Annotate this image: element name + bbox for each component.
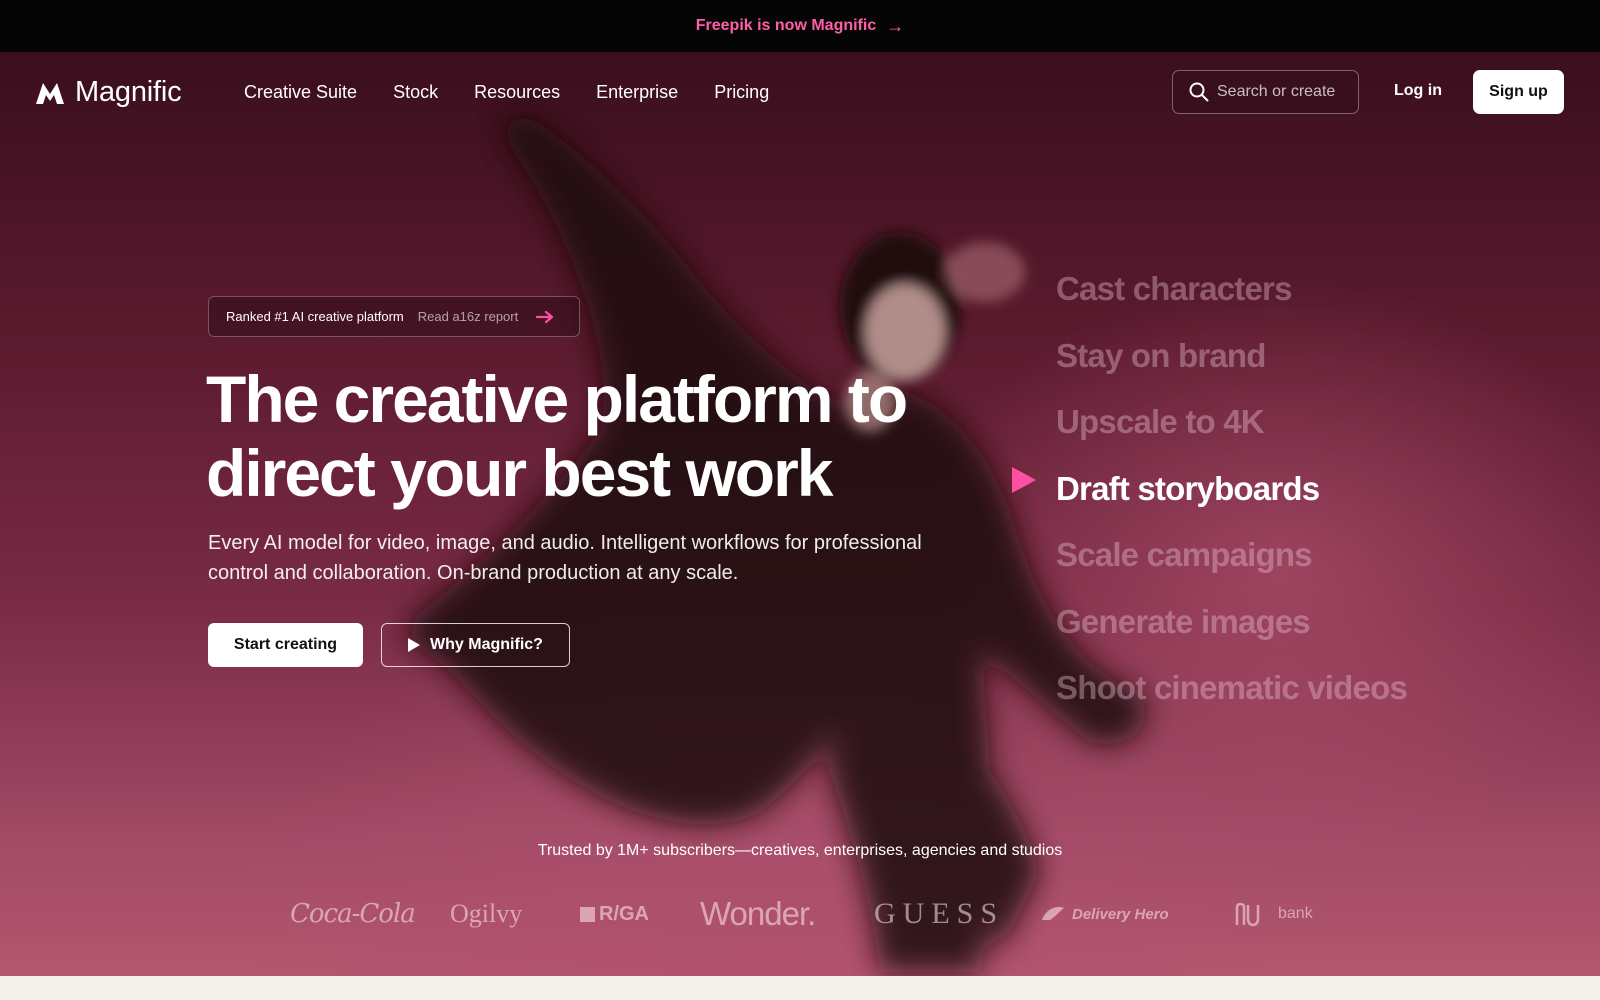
- feature-item[interactable]: Shoot cinematic videos: [1056, 655, 1408, 722]
- badge-link[interactable]: Read a16z report: [418, 309, 518, 324]
- search-icon: [1189, 82, 1209, 102]
- nubank-logo: bank: [1234, 884, 1313, 944]
- feature-item[interactable]: Stay on brand: [1056, 323, 1407, 390]
- delivery-hero-logo: Delivery Hero: [1040, 884, 1169, 944]
- nav-creative-suite[interactable]: Creative Suite: [244, 82, 357, 103]
- delivery-hero-mark-icon: [1042, 907, 1064, 920]
- top-nav: Magnific Creative Suite Stock Resources …: [0, 70, 1600, 118]
- feature-item[interactable]: Upscale to 4K: [1056, 389, 1407, 456]
- feature-item[interactable]: Generate images: [1056, 589, 1407, 656]
- nav-enterprise[interactable]: Enterprise: [596, 82, 678, 103]
- feature-item[interactable]: Cast characters: [1056, 256, 1407, 323]
- hero-headline: The creative platform to direct your bes…: [206, 362, 908, 510]
- ranking-badge[interactable]: Ranked #1 AI creative platform Read a16z…: [208, 296, 580, 337]
- delivery-hero-text: Delivery Hero: [1072, 905, 1169, 923]
- coca-cola-logo: Coca-Cola: [290, 899, 416, 929]
- rga-square-icon: [580, 906, 595, 922]
- nav-stock[interactable]: Stock: [393, 82, 438, 103]
- play-icon: [408, 638, 421, 652]
- rga-logo: R/GA: [580, 884, 649, 944]
- nav-pricing[interactable]: Pricing: [714, 82, 769, 103]
- wonder-logo: Wonder.: [700, 895, 816, 932]
- hero-section: Magnific Creative Suite Stock Resources …: [0, 52, 1600, 976]
- trusted-by-text: Trusted by 1M+ subscribers—creatives, en…: [537, 842, 1063, 859]
- rga-text: R/GA: [599, 902, 649, 925]
- announcement-bar[interactable]: Freepik is now Magnific →: [0, 0, 1600, 52]
- main-menu: Creative Suite Stock Resources Enterpris…: [244, 82, 769, 103]
- why-magnific-label: Why Magnific?: [430, 636, 543, 653]
- guess-logo: GUESS: [874, 897, 1005, 930]
- logo-text: Magnific: [75, 76, 182, 108]
- arrow-right-icon: →: [886, 15, 905, 36]
- active-feature-pointer-icon: [1012, 467, 1036, 493]
- feature-item-active[interactable]: Draft storyboards: [1056, 456, 1407, 523]
- badge-label: Ranked #1 AI creative platform: [226, 309, 404, 324]
- search-input[interactable]: [1217, 83, 1347, 101]
- signup-button[interactable]: Sign up: [1473, 70, 1564, 114]
- feature-list: Cast characters Stay on brand Upscale to…: [1056, 256, 1408, 722]
- arrow-right-icon: [536, 310, 554, 323]
- why-magnific-button[interactable]: Why Magnific?: [381, 623, 570, 667]
- feature-item[interactable]: Scale campaigns: [1056, 522, 1407, 589]
- logo[interactable]: Magnific: [35, 76, 182, 109]
- nav-resources[interactable]: Resources: [474, 82, 560, 103]
- login-button[interactable]: Log in: [1394, 82, 1442, 100]
- magnific-logo-icon: [36, 82, 64, 104]
- page-bottom-strip: [0, 976, 1600, 1000]
- nubank-text: bank: [1278, 905, 1313, 922]
- start-creating-button[interactable]: Start creating: [208, 623, 363, 667]
- search-box[interactable]: [1172, 70, 1359, 114]
- nu-mark-icon: [1235, 902, 1260, 927]
- hero-subheadline: Every AI model for video, image, and aud…: [208, 532, 922, 584]
- ogilvy-logo: Ogilvy: [450, 899, 523, 928]
- client-logos: Coca-Cola Ogilvy R/GA Wonder. GUESS Deli…: [0, 884, 1600, 944]
- announcement-text[interactable]: Freepik is now Magnific: [696, 17, 876, 35]
